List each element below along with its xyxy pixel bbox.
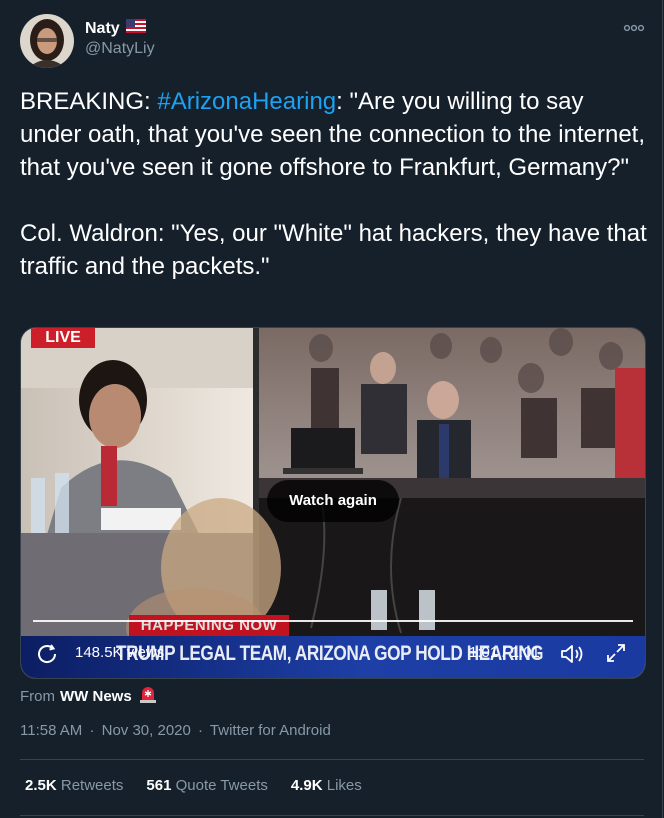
replay-icon[interactable] [35,642,59,666]
tweet-text: BREAKING: #ArizonaHearing: "Are you will… [20,85,650,283]
likes-stat[interactable]: 4.9K Likes [291,777,362,794]
tweet-prefix: BREAKING: [20,88,158,115]
volume-icon[interactable] [559,642,585,666]
retweets-count: 2.5K [25,777,57,794]
likes-label: Likes [326,777,362,794]
retweets-stat[interactable]: 2.5K Retweets [25,777,123,794]
watch-again-button[interactable]: Watch again [267,480,399,522]
source-name-link[interactable]: WW News [60,688,132,705]
live-badge: LIVE [31,328,95,348]
video-player[interactable]: LIVE Watch again HAPPENING NOW TRUMP LEG… [20,327,646,679]
us-flag-icon [125,19,146,38]
happening-now-tag: HAPPENING NOW [129,615,289,637]
quote-tweets-stat[interactable]: 561 Quote Tweets [146,777,267,794]
avatar[interactable] [20,14,74,68]
likes-count: 4.9K [290,777,323,794]
divider [20,759,644,760]
hashtag-link[interactable]: #ArizonaHearing [157,88,336,115]
video-time: 1:01 / 1:01 [469,644,540,661]
display-name[interactable]: Naty [85,20,120,38]
tweet-meta: 11:58 AM · Nov 30, 2020 · Twitter for An… [20,722,334,739]
tweet-client[interactable]: Twitter for Android [210,722,331,739]
fullscreen-icon[interactable] [605,642,627,664]
tweet-time[interactable]: 11:58 AM [20,722,82,739]
meta-separator: · [89,722,95,739]
tweet-date[interactable]: Nov 30, 2020 [102,722,191,739]
from-label: From [20,687,55,705]
siren-icon [137,684,159,708]
retweets-label: Retweets [60,777,124,794]
quotes-label: Quote Tweets [175,777,268,794]
engagement-stats: 2.5K Retweets 561 Quote Tweets 4.9K Like… [25,777,385,794]
meta-separator: · [198,722,204,739]
view-count: 148.5K views [75,644,165,661]
source-attribution: From WW News [20,684,159,708]
divider [20,815,644,816]
quotes-count: 561 [146,777,172,794]
progress-bar[interactable] [33,620,633,622]
more-options-icon[interactable] [622,18,646,38]
tweet-paragraph-2: Col. Waldron: "Yes, our "White" hat hack… [20,220,647,280]
user-handle[interactable]: @NatyLiy [85,40,155,58]
